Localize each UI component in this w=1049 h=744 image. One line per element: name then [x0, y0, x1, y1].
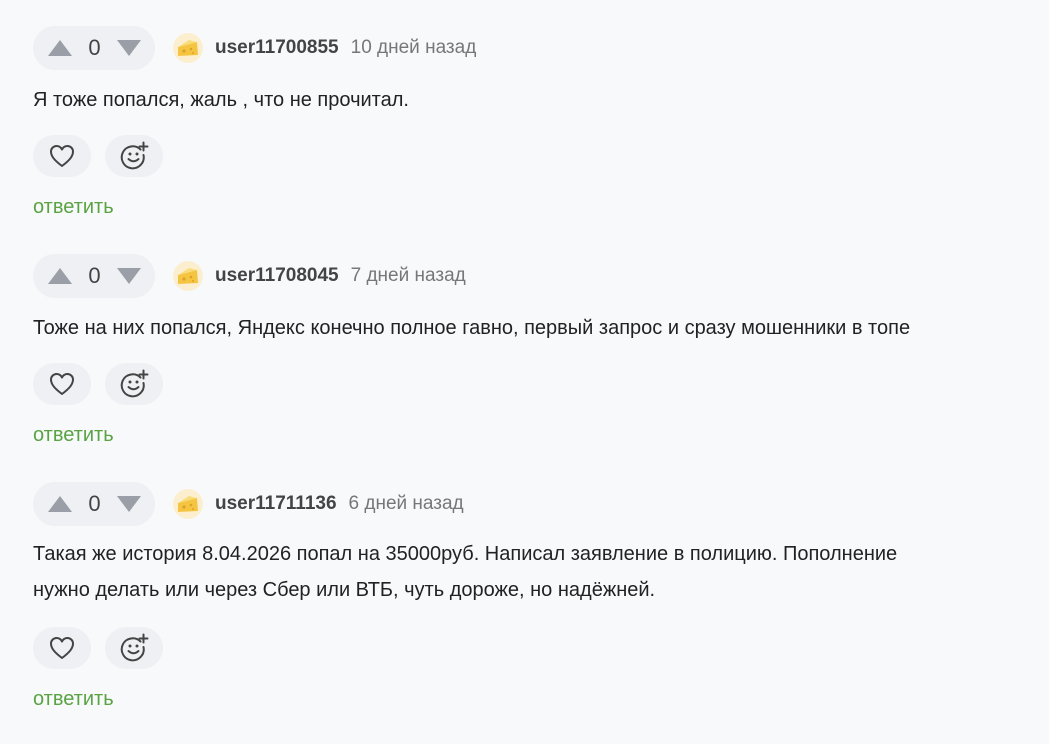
upvote-icon — [48, 268, 72, 284]
username[interactable]: user11711136 — [215, 493, 337, 515]
heart-icon — [50, 637, 74, 659]
comment-date: 7 дней назад — [350, 265, 466, 286]
username[interactable]: user11700855 — [215, 37, 339, 59]
upvote-icon — [48, 496, 72, 512]
downvote-icon — [117, 40, 141, 56]
comment-text-line: нужно делать или через Сбер или ВТБ, чут… — [33, 579, 656, 601]
comment-text-line: Я тоже попался, жаль , что не прочитал. — [33, 89, 409, 111]
cheese-avatar-icon — [178, 40, 198, 56]
downvote-button[interactable] — [115, 38, 143, 58]
upvote-button[interactable] — [46, 266, 74, 286]
comment-text-line: Такая же история 8.04.2026 попал на 3500… — [33, 543, 898, 565]
comment-date: 10 дней назад — [350, 37, 477, 58]
add-emoji-icon — [120, 633, 149, 662]
comment-actions — [33, 363, 163, 405]
comment-text-line: Тоже на них попался, Яндекс конечно полн… — [33, 317, 911, 339]
reaction-button[interactable] — [105, 363, 163, 405]
like-button[interactable] — [33, 135, 91, 177]
like-button[interactable] — [33, 627, 91, 669]
vote-box: 0 — [33, 254, 155, 298]
comment-meta: 0 user11700855 10 дней назад — [33, 26, 476, 70]
heart-icon — [50, 145, 74, 167]
reply-link[interactable]: ответить — [33, 196, 114, 219]
avatar[interactable] — [173, 489, 203, 519]
comment-date: 6 дней назад — [348, 493, 464, 514]
upvote-icon — [48, 40, 72, 56]
comment-actions — [33, 627, 163, 669]
avatar[interactable] — [173, 33, 203, 63]
comment-actions — [33, 135, 163, 177]
vote-score: 0 — [88, 491, 101, 516]
comment-text: Я тоже попался, жаль , что не прочитал. — [33, 82, 993, 118]
cheese-avatar-icon — [178, 268, 198, 284]
upvote-button[interactable] — [46, 494, 74, 514]
add-emoji-icon — [120, 141, 149, 170]
vote-box: 0 — [33, 482, 155, 526]
cheese-avatar-icon — [178, 496, 198, 512]
vote-score: 0 — [88, 263, 101, 288]
downvote-icon — [117, 496, 141, 512]
vote-box: 0 — [33, 26, 155, 70]
comment-text: Такая же история 8.04.2026 попал на 3500… — [33, 536, 993, 608]
comment-meta: 0 user11711136 6 дней назад — [33, 482, 464, 526]
reply-link[interactable]: ответить — [33, 424, 114, 447]
heart-icon — [50, 373, 74, 395]
comment-meta: 0 user11708045 7 дней назад — [33, 254, 466, 298]
comment-text: Тоже на них попался, Яндекс конечно полн… — [33, 310, 993, 346]
like-button[interactable] — [33, 363, 91, 405]
reaction-button[interactable] — [105, 135, 163, 177]
avatar[interactable] — [173, 261, 203, 291]
downvote-button[interactable] — [115, 494, 143, 514]
reply-link[interactable]: ответить — [33, 688, 114, 711]
vote-score: 0 — [88, 35, 101, 60]
reaction-button[interactable] — [105, 627, 163, 669]
downvote-icon — [117, 268, 141, 284]
add-emoji-icon — [120, 369, 149, 398]
downvote-button[interactable] — [115, 266, 143, 286]
username[interactable]: user11708045 — [215, 265, 339, 287]
upvote-button[interactable] — [46, 38, 74, 58]
